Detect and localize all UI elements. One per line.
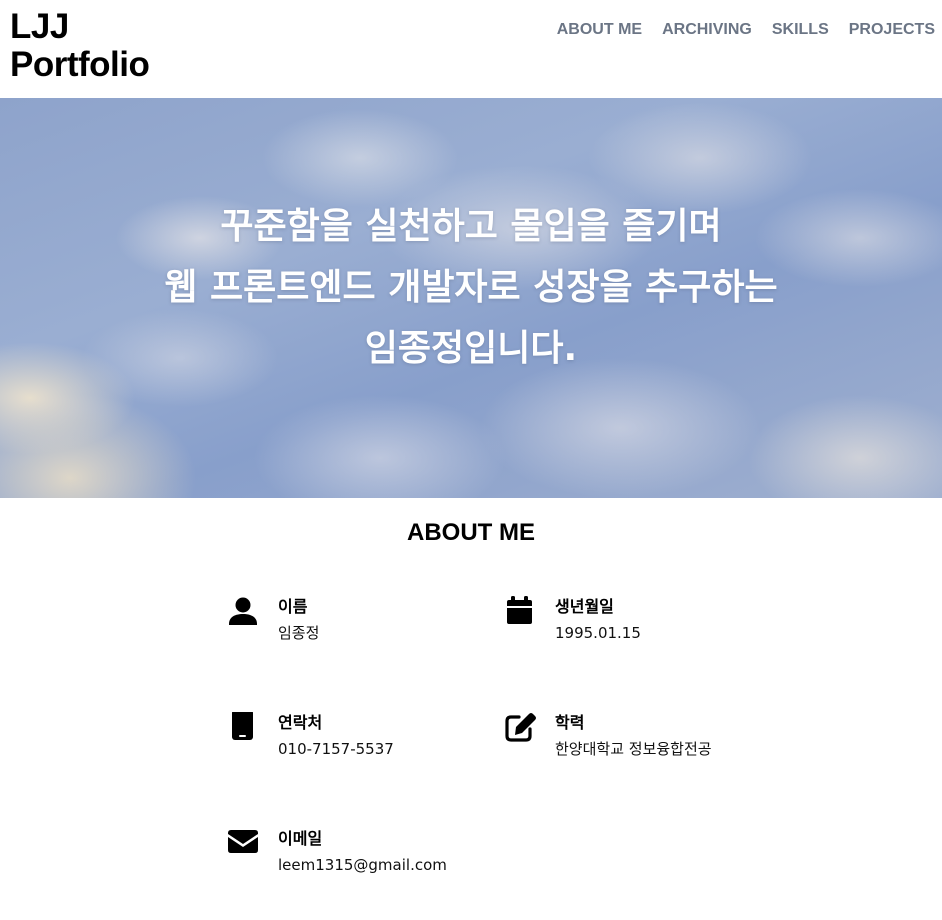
calendar-icon [505, 596, 537, 628]
about-item-label: 연락처 [278, 713, 323, 732]
user-icon [228, 596, 260, 628]
site-logo[interactable]: LJJ Portfolio [10, 7, 150, 84]
about-item-birthdate: 생년월일 1995.01.15 [505, 596, 765, 656]
nav-skills[interactable]: SKILLS [772, 19, 829, 41]
about-item-value: 1995.01.15 [555, 624, 641, 642]
about-item-education: 학력 한양대학교 정보융합전공 [505, 712, 765, 772]
about-item-value: 010-7157-5537 [278, 740, 394, 758]
edit-icon [505, 712, 537, 744]
hero-line-2: 웹 프론트엔드 개발자로 성장을 추구하는 [164, 267, 778, 308]
logo-line-2: Portfolio [10, 45, 150, 84]
logo-line-1: LJJ [10, 7, 69, 46]
hero-banner: 꾸준함을 실천하고 몰입을 즐기며 웹 프론트엔드 개발자로 성장을 추구하는 … [0, 98, 942, 498]
about-item-email: 이메일 leem1315@gmail.com [228, 828, 488, 888]
about-item-value: 한양대학교 정보융합전공 [555, 740, 712, 758]
about-item-value: leem1315@gmail.com [278, 856, 447, 874]
envelope-icon [228, 828, 260, 860]
nav-archiving[interactable]: ARCHIVING [662, 19, 752, 41]
about-item-label: 이메일 [278, 829, 323, 848]
hero-line-1: 꾸준함을 실천하고 몰입을 즐기며 [220, 206, 722, 247]
about-item-phone: 연락처 010-7157-5537 [228, 712, 488, 772]
about-item-label: 생년월일 [555, 597, 614, 616]
hero-line-3: 임종정입니다. [364, 328, 578, 369]
mobile-phone-icon [228, 712, 260, 744]
about-section-title: ABOUT ME [407, 519, 535, 546]
nav-projects[interactable]: PROJECTS [849, 19, 935, 41]
hero-headline: 꾸준함을 실천하고 몰입을 즐기며 웹 프론트엔드 개발자로 성장을 추구하는 … [0, 196, 942, 379]
main-nav: ABOUT ME ARCHIVING SKILLS PROJECTS [557, 19, 935, 41]
about-item-label: 이름 [278, 597, 308, 616]
nav-about-me[interactable]: ABOUT ME [557, 19, 642, 41]
about-item-name: 이름 임종정 [228, 596, 488, 656]
site-header: LJJ Portfolio ABOUT ME ARCHIVING SKILLS … [0, 0, 942, 98]
about-item-label: 학력 [555, 713, 585, 732]
about-item-value: 임종정 [278, 624, 320, 642]
